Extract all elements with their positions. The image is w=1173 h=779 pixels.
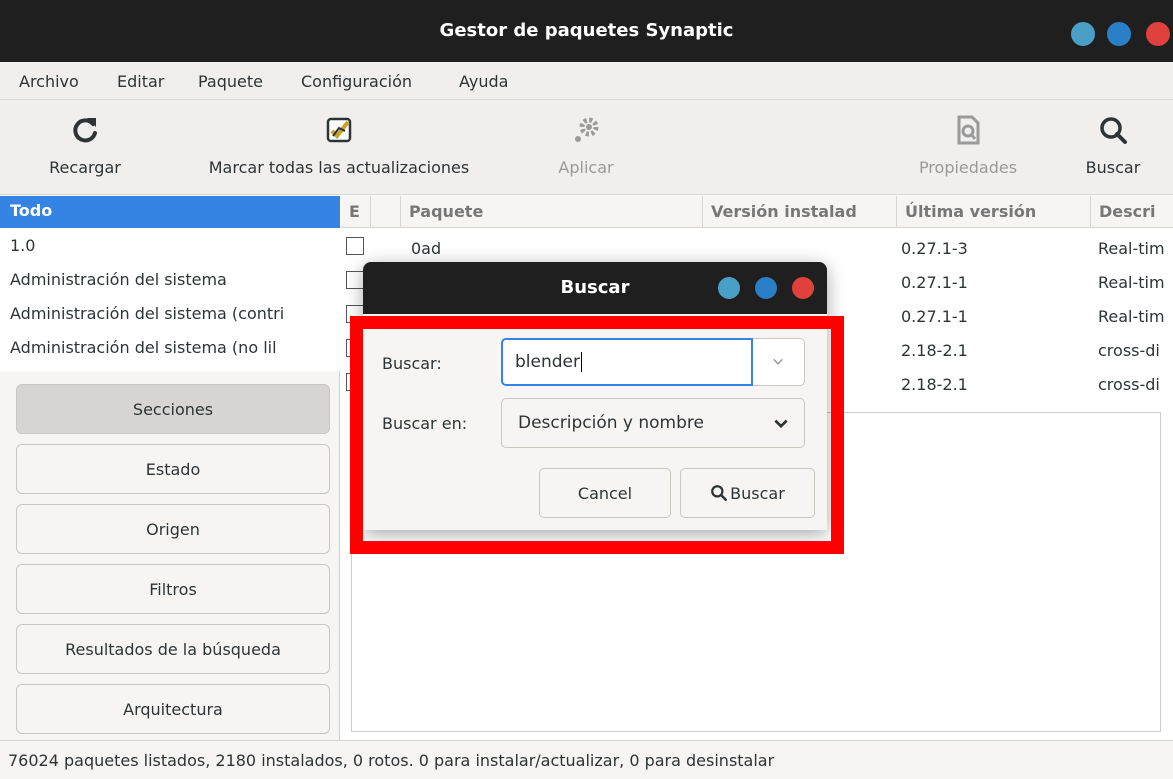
- search-input-value: blender: [515, 352, 580, 372]
- filter-item[interactable]: Administración del sistema (contri: [0, 298, 340, 332]
- cell-latest-version: 0.27.1-1: [901, 307, 968, 326]
- mark-all-upgrades-button[interactable]: Marcar todas las actualizaciones: [172, 100, 506, 195]
- cell-latest-version: 0.27.1-3: [901, 239, 968, 258]
- filter-item[interactable]: Administración del sistema: [0, 264, 340, 298]
- column-support[interactable]: [371, 196, 401, 228]
- cell-description: Real-tim: [1098, 273, 1165, 292]
- filter-item[interactable]: 1.0: [0, 230, 340, 264]
- menu-archivo[interactable]: Archivo: [19, 72, 79, 91]
- left-panel: Todo 1.0 Administración del sistema Admi…: [0, 196, 340, 740]
- column-latest-version[interactable]: Última versión: [897, 196, 1091, 228]
- filter-item[interactable]: Administración del sistema (no lil: [0, 332, 340, 366]
- origin-button[interactable]: Origen: [16, 504, 330, 554]
- mark-upgrades-icon: [326, 117, 352, 143]
- cancel-button[interactable]: Cancel: [539, 468, 671, 518]
- properties-button[interactable]: Propiedades: [900, 100, 1036, 195]
- search-in-select[interactable]: Descripción y nombre: [501, 398, 805, 448]
- cancel-label: Cancel: [577, 484, 633, 503]
- menu-editar[interactable]: Editar: [117, 72, 164, 91]
- cell-package: 0ad: [411, 239, 442, 258]
- cell-description: Real-tim: [1098, 239, 1165, 258]
- column-description[interactable]: Descri: [1091, 196, 1173, 228]
- search-history-dropdown[interactable]: [753, 338, 805, 386]
- dialog-minimize-button[interactable]: [718, 277, 740, 299]
- dialog-search-button[interactable]: Buscar: [680, 468, 815, 518]
- sections-button[interactable]: Secciones: [16, 384, 330, 434]
- status-text: 76024 paquetes listados, 2180 instalados…: [8, 751, 775, 770]
- cell-latest-version: 0.27.1-1: [901, 273, 968, 292]
- menu-bar: Archivo Editar Paquete Configuración Ayu…: [0, 62, 1173, 100]
- menu-configuracion[interactable]: Configuración: [301, 72, 412, 91]
- search-in-value: Descripción y nombre: [518, 413, 704, 433]
- cell-description: Real-tim: [1098, 307, 1165, 326]
- row-checkbox[interactable]: [346, 271, 364, 289]
- maximize-button[interactable]: [1107, 22, 1131, 46]
- filter-item[interactable]: Todo: [0, 196, 340, 228]
- row-checkbox[interactable]: [346, 237, 364, 255]
- cell-latest-version: 2.18-2.1: [901, 375, 968, 394]
- text-caret: [581, 352, 582, 372]
- properties-label: Propiedades: [918, 158, 1018, 177]
- mark-all-label: Marcar todas las actualizaciones: [208, 158, 470, 177]
- dialog-close-button[interactable]: [792, 277, 814, 299]
- row-checkbox[interactable]: [346, 339, 364, 357]
- reload-icon: [73, 118, 97, 143]
- search-toolbar-button[interactable]: Buscar: [1068, 100, 1158, 195]
- filters-button[interactable]: Filtros: [16, 564, 330, 614]
- window-title: Gestor de paquetes Synaptic: [439, 20, 734, 41]
- search-label: Buscar: [1085, 158, 1141, 177]
- chevron-down-icon: [774, 419, 788, 429]
- search-in-label: Buscar en:: [382, 414, 468, 433]
- reload-button[interactable]: Recargar: [30, 100, 140, 195]
- reload-label: Recargar: [49, 158, 121, 177]
- close-button[interactable]: [1146, 22, 1170, 46]
- toolbar: Recargar Marcar todas las actualizacione…: [0, 100, 1173, 195]
- column-status[interactable]: E: [341, 196, 371, 228]
- menu-paquete[interactable]: Paquete: [198, 72, 263, 91]
- search-field-label: Buscar:: [382, 354, 442, 373]
- dialog-maximize-button[interactable]: [755, 277, 777, 299]
- chevron-down-icon: [773, 358, 783, 365]
- apply-button[interactable]: Aplicar: [540, 100, 632, 195]
- dialog-titlebar[interactable]: Buscar: [363, 262, 827, 314]
- gear-icon: [575, 117, 599, 142]
- apply-label: Aplicar: [558, 158, 614, 177]
- status-bar: 76024 paquetes listados, 2180 instalados…: [0, 740, 1173, 779]
- filter-list: Todo 1.0 Administración del sistema Admi…: [0, 196, 340, 371]
- window-titlebar[interactable]: Gestor de paquetes Synaptic: [0, 0, 1173, 62]
- column-installed-version[interactable]: Versión instalad: [703, 196, 897, 228]
- search-input[interactable]: blender: [501, 338, 753, 386]
- dialog-search-label: Buscar: [730, 484, 785, 503]
- search-icon: [711, 485, 728, 501]
- table-row[interactable]: 0ad 0.27.1-3 Real-tim: [341, 232, 1173, 266]
- cell-latest-version: 2.18-2.1: [901, 341, 968, 360]
- status-button[interactable]: Estado: [16, 444, 330, 494]
- menu-ayuda[interactable]: Ayuda: [459, 72, 508, 91]
- row-checkbox[interactable]: [346, 373, 364, 391]
- architecture-button[interactable]: Arquitectura: [16, 684, 330, 734]
- search-icon: [1100, 117, 1127, 144]
- minimize-button[interactable]: [1071, 22, 1095, 46]
- column-package[interactable]: Paquete: [401, 196, 703, 228]
- table-header: E Paquete Versión instalad Última versió…: [341, 196, 1173, 228]
- properties-icon: [957, 115, 980, 145]
- cell-description: cross-di: [1098, 341, 1160, 360]
- row-checkbox[interactable]: [346, 305, 364, 323]
- search-results-button[interactable]: Resultados de la búsqueda: [16, 624, 330, 674]
- cell-description: cross-di: [1098, 375, 1160, 394]
- search-dialog: Buscar Buscar: blender Buscar en: Descri…: [363, 262, 827, 530]
